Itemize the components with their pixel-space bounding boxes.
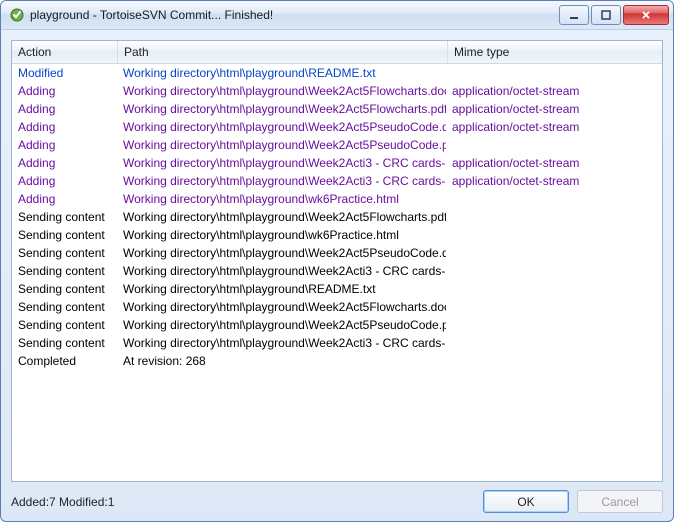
cell-path: Working directory\html\playground\Week2A… xyxy=(117,264,446,278)
column-header-action[interactable]: Action xyxy=(12,41,118,63)
cell-path: Working directory\html\playground\README… xyxy=(117,282,446,296)
maximize-button[interactable] xyxy=(591,5,621,25)
cell-action: Sending content xyxy=(12,318,117,332)
close-button[interactable] xyxy=(623,5,669,25)
cell-path: Working directory\html\playground\Week2A… xyxy=(117,318,446,332)
list-row[interactable]: Sending contentWorking directory\html\pl… xyxy=(12,316,662,334)
column-header-path[interactable]: Path xyxy=(118,41,448,63)
list-header: Action Path Mime type xyxy=(12,41,662,64)
cell-path: Working directory\html\playground\Week2A… xyxy=(117,156,446,170)
cell-action: Sending content xyxy=(12,228,117,242)
list-body[interactable]: ModifiedWorking directory\html\playgroun… xyxy=(12,64,662,481)
titlebar[interactable]: playground - TortoiseSVN Commit... Finis… xyxy=(1,1,673,30)
cell-path: Working directory\html\playground\Week2A… xyxy=(117,174,446,188)
cell-action: Adding xyxy=(12,174,117,188)
cell-path: Working directory\html\playground\Week2A… xyxy=(117,336,446,350)
list-row[interactable]: AddingWorking directory\html\playground\… xyxy=(12,136,662,154)
cell-action: Adding xyxy=(12,156,117,170)
cell-action: Sending content xyxy=(12,210,117,224)
list-row[interactable]: AddingWorking directory\html\playground\… xyxy=(12,154,662,172)
list-row[interactable]: ModifiedWorking directory\html\playgroun… xyxy=(12,64,662,82)
list-row[interactable]: AddingWorking directory\html\playground\… xyxy=(12,82,662,100)
list-row[interactable]: Sending contentWorking directory\html\pl… xyxy=(12,334,662,352)
list-row[interactable]: Sending contentWorking directory\html\pl… xyxy=(12,226,662,244)
dialog-window: playground - TortoiseSVN Commit... Finis… xyxy=(0,0,674,522)
cell-path: Working directory\html\playground\Week2A… xyxy=(117,210,446,224)
cell-mime: application/octet-stream xyxy=(446,120,662,134)
cell-mime: application/octet-stream xyxy=(446,174,662,188)
list-row[interactable]: CompletedAt revision: 268 xyxy=(12,352,662,370)
cell-path: Working directory\html\playground\Week2A… xyxy=(117,300,446,314)
cell-path: Working directory\html\playground\wk6Pra… xyxy=(117,228,446,242)
list-row[interactable]: Sending contentWorking directory\html\pl… xyxy=(12,244,662,262)
client-area: Action Path Mime type ModifiedWorking di… xyxy=(1,30,673,521)
column-header-mime[interactable]: Mime type xyxy=(448,41,662,63)
list-row[interactable]: Sending contentWorking directory\html\pl… xyxy=(12,208,662,226)
cell-action: Adding xyxy=(12,120,117,134)
window-controls xyxy=(559,5,669,25)
cell-path: Working directory\html\playground\wk6Pra… xyxy=(117,192,446,206)
cell-action: Sending content xyxy=(12,336,117,350)
app-icon xyxy=(9,7,25,23)
log-list[interactable]: Action Path Mime type ModifiedWorking di… xyxy=(11,40,663,482)
cell-action: Modified xyxy=(12,66,117,80)
list-row[interactable]: AddingWorking directory\html\playground\… xyxy=(12,118,662,136)
cell-path: Working directory\html\playground\Week2A… xyxy=(117,102,446,116)
cell-path: Working directory\html\playground\Week2A… xyxy=(117,138,446,152)
cell-action: Adding xyxy=(12,84,117,98)
cell-action: Sending content xyxy=(12,264,117,278)
cell-path: At revision: 268 xyxy=(117,354,446,368)
list-row[interactable]: AddingWorking directory\html\playground\… xyxy=(12,190,662,208)
cell-action: Sending content xyxy=(12,282,117,296)
dialog-buttons: OK Cancel xyxy=(483,490,663,513)
cell-action: Adding xyxy=(12,192,117,206)
cell-path: Working directory\html\playground\Week2A… xyxy=(117,120,446,134)
window-title: playground - TortoiseSVN Commit... Finis… xyxy=(30,8,559,22)
cell-action: Sending content xyxy=(12,246,117,260)
footer: Added:7 Modified:1 OK Cancel xyxy=(11,490,663,513)
list-row[interactable]: AddingWorking directory\html\playground\… xyxy=(12,100,662,118)
minimize-button[interactable] xyxy=(559,5,589,25)
cell-mime: application/octet-stream xyxy=(446,102,662,116)
cell-mime: application/octet-stream xyxy=(446,84,662,98)
cell-path: Working directory\html\playground\Week2A… xyxy=(117,246,446,260)
cell-action: Completed xyxy=(12,354,117,368)
cell-action: Adding xyxy=(12,138,117,152)
cell-path: Working directory\html\playground\Week2A… xyxy=(117,84,446,98)
list-row[interactable]: Sending contentWorking directory\html\pl… xyxy=(12,298,662,316)
cell-mime: application/octet-stream xyxy=(446,156,662,170)
list-row[interactable]: Sending contentWorking directory\html\pl… xyxy=(12,280,662,298)
cell-action: Adding xyxy=(12,102,117,116)
list-row[interactable]: AddingWorking directory\html\playground\… xyxy=(12,172,662,190)
cell-path: Working directory\html\playground\README… xyxy=(117,66,446,80)
cell-action: Sending content xyxy=(12,300,117,314)
summary-text: Added:7 Modified:1 xyxy=(11,495,483,509)
list-row[interactable]: Sending contentWorking directory\html\pl… xyxy=(12,262,662,280)
cancel-button: Cancel xyxy=(577,490,663,513)
ok-button[interactable]: OK xyxy=(483,490,569,513)
